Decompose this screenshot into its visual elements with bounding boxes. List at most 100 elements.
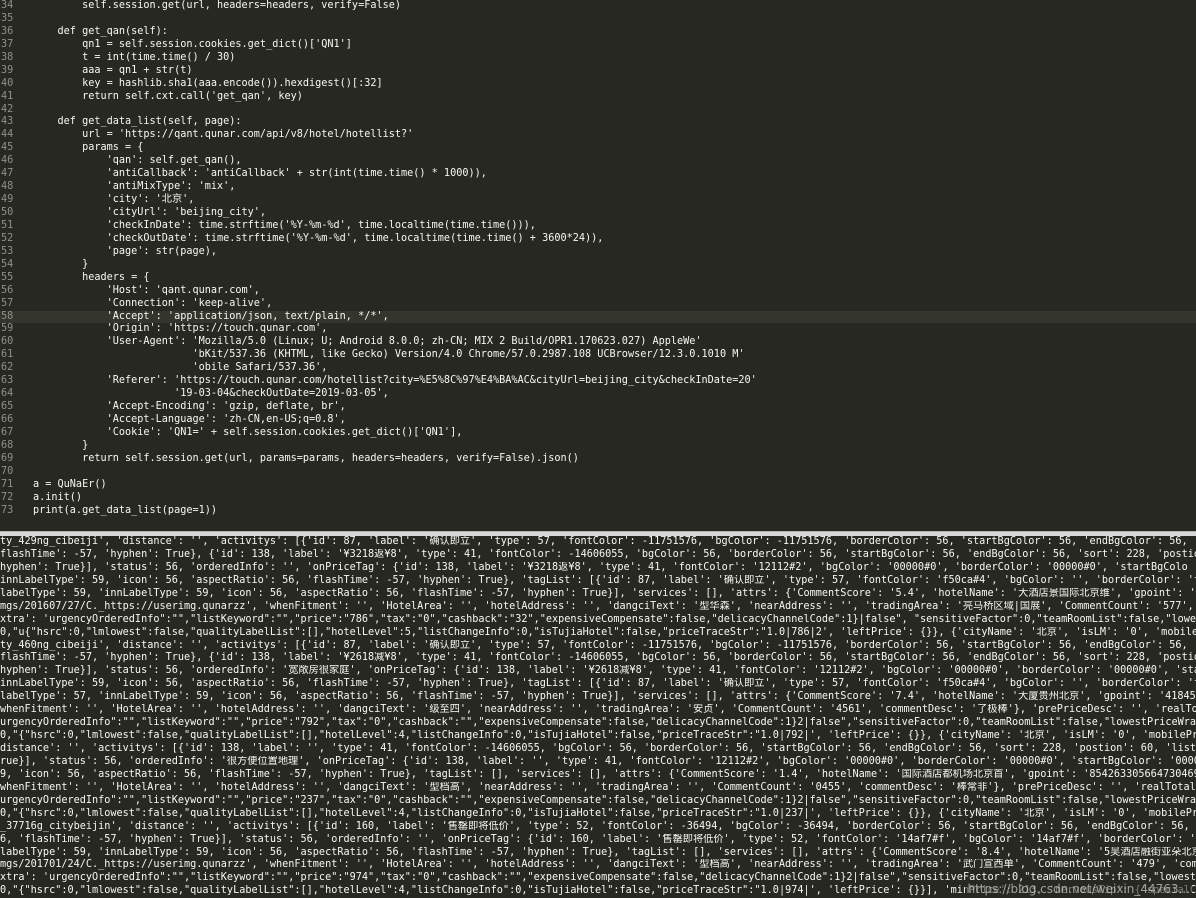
code-line[interactable]: 50 'cityUrl': 'beijing_city', [0,207,1196,220]
code-text[interactable]: a.init() [33,492,82,505]
code-text[interactable]: 'Origin': 'https://touch.qunar.com', [33,323,328,336]
code-line[interactable]: 69 return self.session.get(url, params=p… [0,453,1196,466]
code-text[interactable]: url = 'https://qant.qunar.com/api/v8/hot… [33,129,413,142]
code-text[interactable]: 'page': str(page), [33,246,217,259]
code-text[interactable]: 'cityUrl': 'beijing_city', [33,207,266,220]
line-number: 71 [1,478,14,490]
code-line[interactable]: 45 params = { [0,142,1196,155]
code-text[interactable]: 'User-Agent': 'Mozilla/5.0 (Linux; U; An… [33,336,702,349]
code-text[interactable]: headers = { [33,272,149,285]
console-output-line: distance': '', 'activitys': [{'id': 138,… [0,743,1196,754]
code-text[interactable]: return self.cxt.call('get_qan', key) [33,91,303,104]
code-text[interactable]: 'Connection': 'keep-alive', [33,298,273,311]
line-number: 47 [1,168,14,180]
line-number: 54 [1,258,14,270]
code-line[interactable]: 68 } [0,440,1196,453]
code-line[interactable]: 71 a = QuNaEr() [0,479,1196,492]
code-line[interactable]: 63 'Referer': 'https://touch.qunar.com/h… [0,375,1196,388]
code-text[interactable]: 'checkOutDate': time.strftime('%Y-%m-%d'… [33,233,604,246]
console-output-line: flashTime': -57, 'hyphen': True}, {'id':… [0,652,1196,664]
code-line[interactable]: 60 'User-Agent': 'Mozilla/5.0 (Linux; U;… [0,336,1196,349]
code-line[interactable]: 48 'antiMixType': 'mix', [0,181,1196,194]
code-line[interactable]: 59 'Origin': 'https://touch.qunar.com', [0,323,1196,336]
code-text[interactable]: 'city': '北京', [33,194,195,207]
line-number: 44 [1,129,14,141]
code-line[interactable]: 43 def get_data_list(self, page): [0,116,1196,129]
code-line[interactable]: 36 def get_qan(self): [0,26,1196,39]
line-number: 53 [1,245,14,257]
code-text[interactable]: return self.session.get(url, params=para… [33,453,579,466]
code-text[interactable]: 'Accept-Language': 'zh-CN,en-US;q=0.8', [33,414,346,427]
line-number: 63 [1,375,14,387]
code-line[interactable]: 61 'bKit/537.36 (KHTML, like Gecko) Vers… [0,349,1196,362]
code-text[interactable]: key = hashlib.sha1(aaa.encode()).hexdige… [33,78,383,91]
code-line[interactable]: 62 'obile Safari/537.36', [0,362,1196,375]
code-line[interactable]: 41 return self.cxt.call('get_qan', key) [0,91,1196,104]
code-line[interactable]: 38 t = int(time.time() / 30) [0,52,1196,65]
code-text[interactable]: 'Host': 'qant.qunar.com', [33,285,260,298]
code-line[interactable]: 34 self.session.get(url, headers=headers… [0,0,1196,13]
code-line[interactable]: 57 'Connection': 'keep-alive', [0,298,1196,311]
code-text[interactable]: 'Accept-Encoding': 'gzip, deflate, br', [33,401,346,414]
console-output-line: flashTime': -57, 'hyphen': True}, {'id':… [0,548,1196,560]
line-number: 49 [1,194,14,206]
code-line[interactable]: 47 'antiCallback': 'antiCallback' + str(… [0,168,1196,181]
code-line[interactable]: 49 'city': '北京', [0,194,1196,207]
code-text[interactable]: } [33,259,88,272]
line-number: 70 [1,465,14,477]
line-number: 68 [1,439,14,451]
code-line[interactable]: 53 'page': str(page), [0,246,1196,259]
code-text[interactable]: self.session.get(url, headers=headers, v… [33,0,401,13]
console-output-line: ty_429ng_cibeiji', 'distance': '', 'acti… [0,536,1196,547]
code-text[interactable]: 'Referer': 'https://touch.qunar.com/hote… [33,375,757,388]
code-line[interactable]: 66 'Accept-Language': 'zh-CN,en-US;q=0.8… [0,414,1196,427]
code-line[interactable]: 44 url = 'https://qant.qunar.com/api/v8/… [0,129,1196,142]
code-line[interactable]: 37 qn1 = self.session.cookies.get_dict()… [0,39,1196,52]
console-output-line: 6, 'flashTime': -57, 'hyphen': True}], '… [0,833,1196,845]
code-text[interactable]: params = { [33,142,143,155]
code-line[interactable]: 51 'checkInDate': time.strftime('%Y-%m-%… [0,220,1196,233]
console-output-line: ty_460ng_cibeiji', 'distance': '', 'acti… [0,639,1196,651]
code-text[interactable]: 'Accept': 'application/json, text/plain,… [33,311,389,324]
code-text[interactable]: def get_qan(self): [33,26,168,39]
code-line[interactable]: 58 'Accept': 'application/json, text/pla… [0,310,1196,324]
code-text[interactable]: 'Cookie': 'QN1=' + self.session.cookies.… [33,427,463,440]
code-text[interactable]: 'obile Safari/537.36', [33,362,327,375]
code-line[interactable]: 35 [0,13,1196,26]
code-line[interactable]: 52 'checkOutDate': time.strftime('%Y-%m-… [0,233,1196,246]
line-number: 43 [1,116,14,128]
console-output-line: _37716g_citybeijin', 'distance': '', 'ac… [0,820,1196,832]
line-number: 60 [1,336,14,348]
code-line[interactable]: 55 headers = { [0,272,1196,285]
code-line[interactable]: 54 } [0,259,1196,272]
code-line[interactable]: 70 [0,466,1196,479]
code-text[interactable]: t = int(time.time() / 30) [33,52,235,65]
code-text[interactable]: def get_data_list(self, page): [33,116,242,129]
line-number: 61 [1,349,14,361]
code-text[interactable]: 'antiCallback': 'antiCallback' + str(int… [33,168,487,181]
code-line[interactable]: 65 'Accept-Encoding': 'gzip, deflate, br… [0,401,1196,414]
code-line[interactable]: 72 a.init() [0,492,1196,505]
code-text[interactable]: 'bKit/537.36 (KHTML, like Gecko) Version… [33,349,744,362]
code-editor[interactable]: 34 self.session.get(url, headers=headers… [0,0,1196,531]
code-line[interactable]: 56 'Host': 'qant.qunar.com', [0,285,1196,298]
code-line[interactable]: 73 print(a.get_data_list(page=1)) [0,505,1196,518]
code-line[interactable]: 42 [0,104,1196,117]
code-text[interactable]: aaa = qn1 + str(t) [33,65,192,78]
code-text[interactable]: 'checkInDate': time.strftime('%Y-%m-%d',… [33,220,536,233]
code-line[interactable]: 67 'Cookie': 'QN1=' + self.session.cooki… [0,427,1196,440]
code-text[interactable]: } [33,440,88,453]
code-text[interactable]: 'antiMixType': 'mix', [33,181,236,194]
line-number: 62 [1,362,14,374]
code-text[interactable]: a = QuNaEr() [33,479,107,492]
code-text[interactable]: print(a.get_data_list(page=1)) [33,505,217,518]
code-line[interactable]: 40 key = hashlib.sha1(aaa.encode()).hexd… [0,78,1196,91]
console-output-line: 0,"u{"hsrc":0,"lmlowest":false,"qualityL… [0,626,1196,638]
code-line[interactable]: 46 'qan': self.get_qan(), [0,155,1196,168]
code-text[interactable]: 'qan': self.get_qan(), [33,155,242,168]
code-text[interactable]: qn1 = self.session.cookies.get_dict()['Q… [33,39,352,52]
code-line[interactable]: 64 '19-03-04&checkOutDate=2019-03-05', [0,388,1196,401]
code-text[interactable]: '19-03-04&checkOutDate=2019-03-05', [33,388,389,401]
output-console[interactable]: ty_429ng_cibeiji', 'distance': '', 'acti… [0,536,1196,898]
code-line[interactable]: 39 aaa = qn1 + str(t) [0,65,1196,78]
